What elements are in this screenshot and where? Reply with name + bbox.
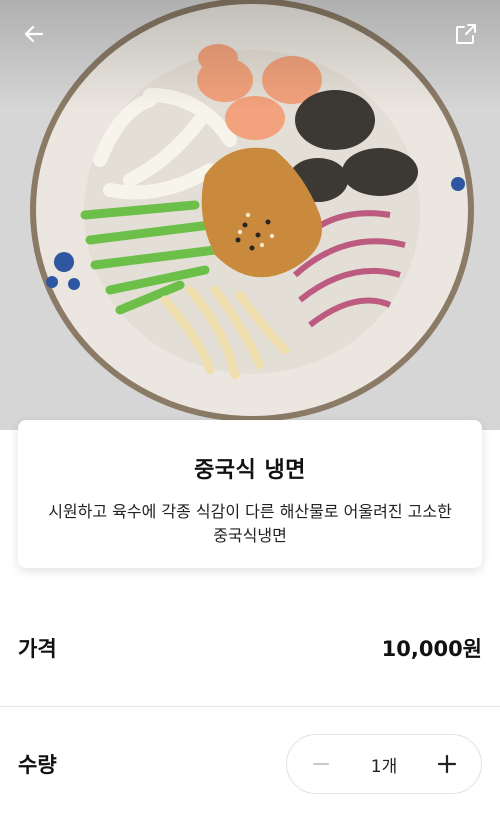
increment-button[interactable] [433, 750, 461, 778]
price-row: 가격 10,000원 [18, 628, 482, 668]
arrow-left-icon [24, 25, 44, 43]
share-button[interactable] [450, 18, 482, 50]
decrement-button[interactable] [307, 750, 335, 778]
quantity-label: 수량 [18, 753, 57, 777]
quantity-row: 수량 1개 [18, 734, 482, 794]
divider [0, 706, 500, 707]
back-button[interactable] [18, 18, 50, 50]
menu-title: 중국식 냉면 [194, 458, 306, 483]
quantity-stepper: 1개 [286, 734, 482, 794]
header-gradient [0, 0, 500, 110]
menu-info-card: 중국식 냉면 시원하고 육수에 각종 식감이 다른 해산물로 어울려진 고소한 … [18, 420, 482, 568]
share-external-icon [456, 24, 476, 44]
quantity-value: 1개 [370, 756, 398, 777]
price-value: 10,000원 [381, 637, 482, 661]
price-label: 가격 [18, 637, 57, 661]
menu-description: 시원하고 육수에 각종 식감이 다른 해산물로 어울려진 고소한 중국식냉면 [48, 502, 452, 545]
plus-icon [437, 754, 457, 774]
minus-icon [313, 763, 329, 765]
menu-photo [0, 0, 500, 430]
